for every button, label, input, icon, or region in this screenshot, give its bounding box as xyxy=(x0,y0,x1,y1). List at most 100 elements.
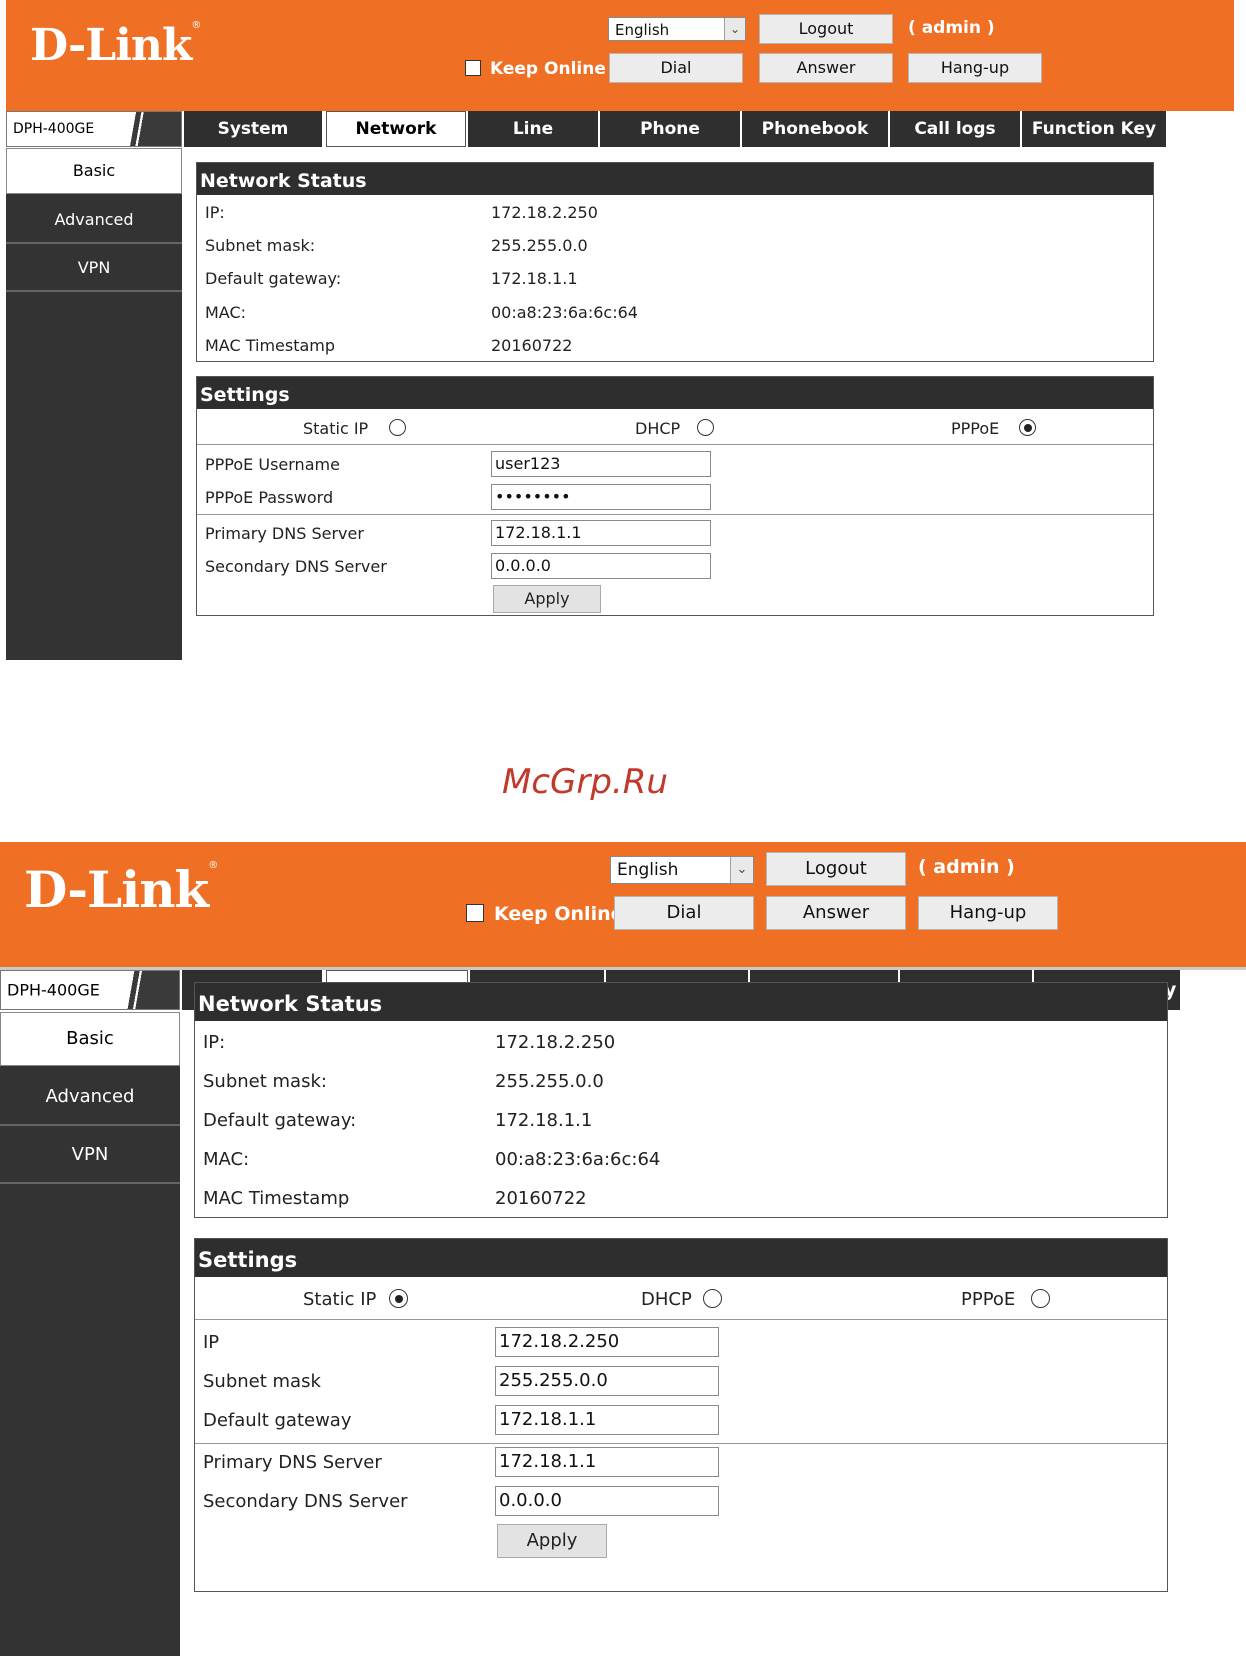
sidebar: Basic Advanced VPN xyxy=(0,1012,180,1656)
sidebar-item-vpn[interactable]: VPN xyxy=(0,1126,180,1184)
model-badge: DPH-400GE xyxy=(6,111,182,147)
dial-button[interactable]: Dial xyxy=(614,896,754,930)
chevron-down-icon: ⌄ xyxy=(730,857,753,883)
language-select[interactable]: English ⌄ xyxy=(608,17,746,41)
status-gateway-label: Default gateway: xyxy=(203,1110,357,1131)
secondary-dns-label: Secondary DNS Server xyxy=(203,1491,408,1512)
status-gateway-value: 172.18.1.1 xyxy=(495,1110,593,1131)
status-mac-label: MAC: xyxy=(203,1149,250,1170)
status-ip-label: IP: xyxy=(205,203,225,222)
mode-dhcp-label: DHCP xyxy=(641,1289,692,1310)
status-subnet-label: Subnet mask: xyxy=(205,236,316,255)
mode-static-ip-radio[interactable] xyxy=(389,419,406,436)
pppoe-password-input[interactable]: •••••••• xyxy=(491,484,711,510)
dlink-logo: D-Link® xyxy=(24,860,218,919)
primary-dns-label: Primary DNS Server xyxy=(205,524,364,543)
apply-button[interactable]: Apply xyxy=(497,1524,607,1558)
mode-static-ip-radio[interactable] xyxy=(389,1289,408,1308)
tab-line[interactable]: Line xyxy=(468,111,600,147)
answer-button[interactable]: Answer xyxy=(766,896,906,930)
header-bar: D-Link® English ⌄ Logout ( admin ) Keep … xyxy=(6,0,1234,115)
slash-decoration xyxy=(111,112,181,146)
secondary-dns-label: Secondary DNS Server xyxy=(205,557,387,576)
default-gateway-input[interactable]: 172.18.1.1 xyxy=(495,1405,719,1435)
user-label: ( admin ) xyxy=(918,856,1015,878)
status-subnet-label: Subnet mask: xyxy=(203,1071,327,1092)
settings-panel: Settings Static IP DHCP PPPoE PPPoE User… xyxy=(196,376,1154,616)
mode-pppoe-label: PPPoE xyxy=(951,419,1000,438)
sidebar-item-advanced[interactable]: Advanced xyxy=(6,196,182,244)
mode-static-ip-label: Static IP xyxy=(303,419,369,438)
primary-dns-input[interactable]: 172.18.1.1 xyxy=(495,1447,719,1477)
status-mac-value: 00:a8:23:6a:6c:64 xyxy=(491,303,638,322)
primary-dns-input[interactable]: 172.18.1.1 xyxy=(491,520,711,546)
subnet-mask-label: Subnet mask xyxy=(203,1371,321,1392)
secondary-dns-input[interactable]: 0.0.0.0 xyxy=(495,1486,719,1516)
status-mac-timestamp-value: 20160722 xyxy=(495,1188,587,1209)
logout-button[interactable]: Logout xyxy=(759,14,893,44)
slash-decoration xyxy=(109,971,179,1009)
dial-button[interactable]: Dial xyxy=(609,53,743,83)
divider xyxy=(195,1443,1167,1444)
settings-panel: Settings Static IP DHCP PPPoE IP 172.18.… xyxy=(194,1238,1168,1592)
keep-online-label: Keep Online xyxy=(490,59,606,79)
apply-button[interactable]: Apply xyxy=(493,585,601,613)
mode-pppoe-radio[interactable] xyxy=(1031,1289,1050,1308)
chevron-down-icon: ⌄ xyxy=(724,18,745,40)
mode-pppoe-label: PPPoE xyxy=(961,1289,1016,1310)
status-subnet-value: 255.255.0.0 xyxy=(491,236,588,255)
ip-input[interactable]: 172.18.2.250 xyxy=(495,1327,719,1357)
sidebar-item-advanced[interactable]: Advanced xyxy=(0,1068,180,1126)
header-bar: D-Link® English ⌄ Logout ( admin ) Keep … xyxy=(0,842,1246,970)
pppoe-username-input[interactable]: user123 xyxy=(491,451,711,477)
network-status-panel: Network Status IP: 172.18.2.250 Subnet m… xyxy=(194,982,1168,1218)
primary-dns-label: Primary DNS Server xyxy=(203,1452,382,1473)
keep-online-checkbox[interactable] xyxy=(466,904,484,922)
hangup-button[interactable]: Hang-up xyxy=(908,53,1042,83)
mode-dhcp-radio[interactable] xyxy=(697,419,714,436)
screenshot-pppoe: D-Link® English ⌄ Logout ( admin ) Keep … xyxy=(0,0,1246,660)
tab-phonebook[interactable]: Phonebook xyxy=(742,111,890,147)
mode-static-ip-label: Static IP xyxy=(303,1289,377,1310)
main-nav: DPH-400GE System Network Line Phone sett… xyxy=(6,111,1234,175)
default-gateway-label: Default gateway xyxy=(203,1410,352,1431)
language-select[interactable]: English ⌄ xyxy=(610,856,754,884)
logout-button[interactable]: Logout xyxy=(766,852,906,886)
sidebar-item-basic[interactable]: Basic xyxy=(0,1012,180,1066)
sidebar-item-basic[interactable]: Basic xyxy=(6,148,182,194)
tab-function-key[interactable]: Function Key xyxy=(1022,111,1166,147)
user-label: ( admin ) xyxy=(908,18,995,38)
status-ip-value: 172.18.2.250 xyxy=(495,1032,616,1053)
network-status-title: Network Status xyxy=(195,983,1167,1021)
keep-online-checkbox[interactable] xyxy=(465,60,481,76)
divider xyxy=(195,1319,1167,1320)
status-ip-label: IP: xyxy=(203,1032,226,1053)
status-mac-timestamp-label: MAC Timestamp xyxy=(205,336,336,355)
status-subnet-value: 255.255.0.0 xyxy=(495,1071,604,1092)
hangup-button[interactable]: Hang-up xyxy=(918,896,1058,930)
tab-phone-settings[interactable]: Phone settings xyxy=(600,111,742,175)
pppoe-password-label: PPPoE Password xyxy=(205,488,334,507)
mode-dhcp-radio[interactable] xyxy=(703,1289,722,1308)
answer-button[interactable]: Answer xyxy=(759,53,893,83)
status-gateway-label: Default gateway: xyxy=(205,269,342,288)
tab-system[interactable]: System xyxy=(184,111,324,147)
sidebar-item-vpn[interactable]: VPN xyxy=(6,244,182,292)
screenshot-static-ip: D-Link® English ⌄ Logout ( admin ) Keep … xyxy=(0,842,1246,1656)
subnet-mask-input[interactable]: 255.255.0.0 xyxy=(495,1366,719,1396)
secondary-dns-input[interactable]: 0.0.0.0 xyxy=(491,553,711,579)
mode-pppoe-radio[interactable] xyxy=(1019,419,1036,436)
model-badge: DPH-400GE xyxy=(0,970,180,1010)
divider xyxy=(197,444,1153,445)
ip-label: IP xyxy=(203,1332,220,1353)
tab-network[interactable]: Network xyxy=(326,111,466,147)
dlink-logo: D-Link® xyxy=(30,20,201,71)
watermark-text: McGrp.Ru xyxy=(502,762,668,802)
status-mac-timestamp-label: MAC Timestamp xyxy=(203,1188,350,1209)
tab-call-logs[interactable]: Call logs xyxy=(890,111,1022,147)
status-mac-value: 00:a8:23:6a:6c:64 xyxy=(495,1149,661,1170)
status-ip-value: 172.18.2.250 xyxy=(491,203,598,222)
settings-title: Settings xyxy=(195,1239,1167,1277)
network-status-panel: Network Status IP: 172.18.2.250 Subnet m… xyxy=(196,162,1154,362)
sidebar: Basic Advanced VPN xyxy=(6,148,182,660)
